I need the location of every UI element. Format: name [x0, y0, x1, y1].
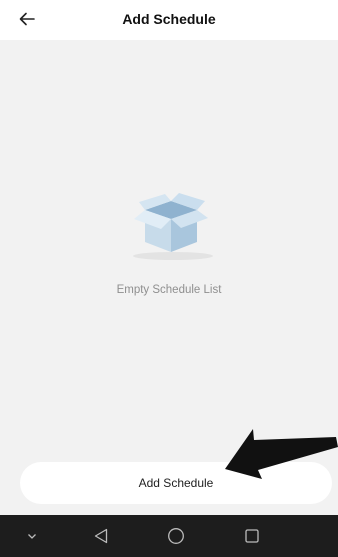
nav-back-button[interactable] [86, 515, 116, 557]
page-title: Add Schedule [122, 11, 216, 27]
empty-schedule-message: Empty Schedule List [116, 284, 222, 296]
nav-home-button[interactable] [161, 515, 191, 557]
square-recents-icon [245, 529, 259, 543]
add-schedule-button[interactable]: Add Schedule [20, 462, 332, 504]
app-header: Add Schedule [0, 0, 338, 40]
circle-home-icon [168, 528, 184, 544]
empty-state: Empty Schedule List [0, 190, 338, 296]
schedule-screen: Add Schedule Empty Schedule List Add Sch… [0, 0, 338, 557]
chevron-down-icon [28, 534, 36, 539]
android-nav-bar [0, 515, 338, 557]
open-box-icon [133, 193, 213, 260]
nav-hide-button[interactable] [18, 515, 46, 557]
nav-recents-button[interactable] [237, 515, 267, 557]
triangle-back-icon [94, 528, 108, 544]
